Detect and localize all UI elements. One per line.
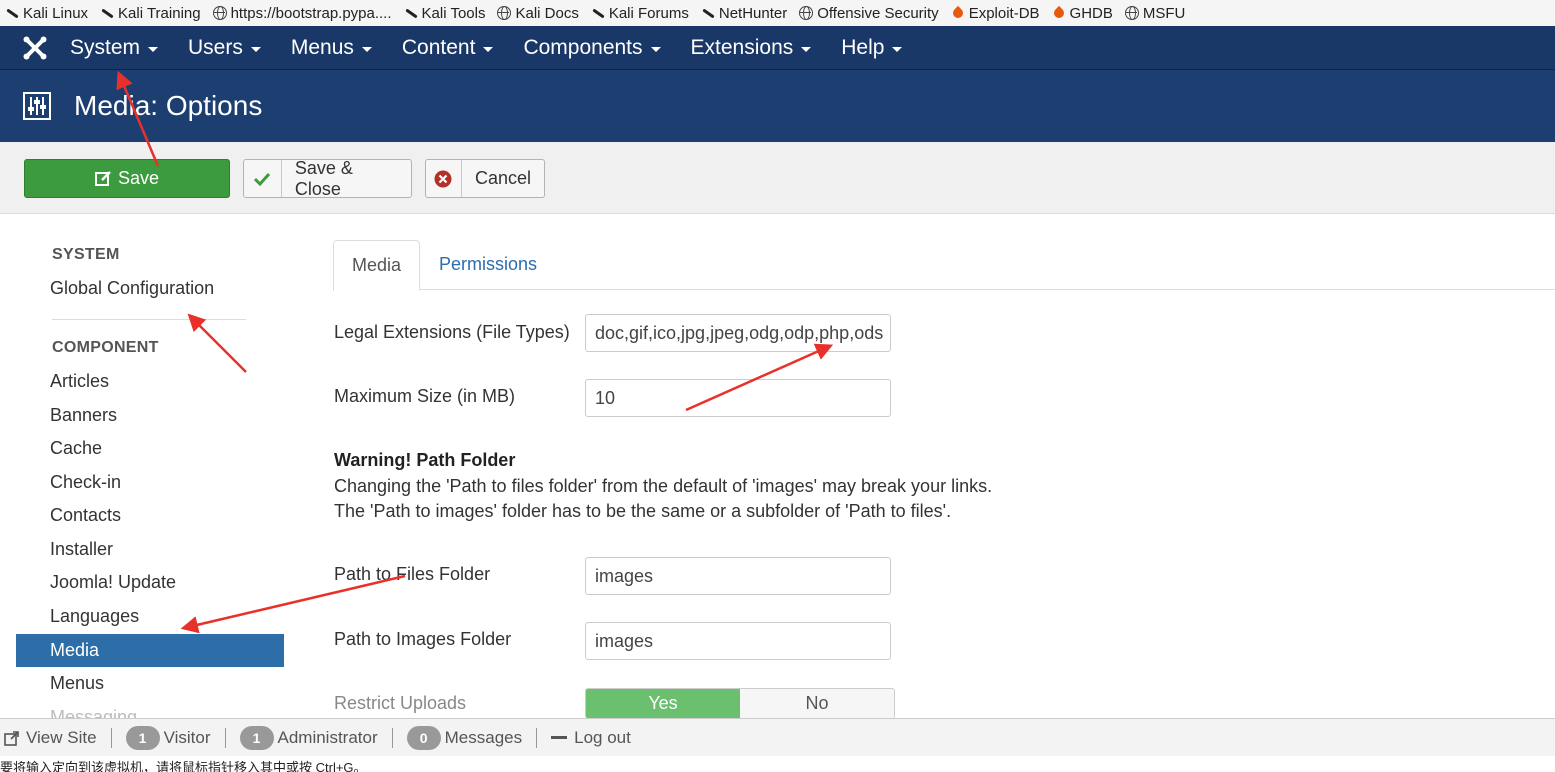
restrict-uploads-label: Restrict Uploads [334, 693, 467, 713]
nav-menus[interactable]: Menus [291, 36, 372, 60]
tab-permissions[interactable]: Permissions [421, 240, 555, 290]
globe-icon [212, 6, 227, 20]
maximum-size-label: Maximum Size (in MB) [334, 386, 516, 406]
kali-dragon-icon [100, 6, 114, 20]
administrator-count-badge: 1 [239, 725, 274, 750]
bookmark-kali-training[interactable]: Kali Training [100, 5, 201, 22]
caret-down-icon [361, 46, 372, 52]
sidebar-item-media[interactable]: Media [16, 634, 284, 667]
kali-dragon-icon [404, 6, 418, 20]
cancel-button[interactable]: Cancel [425, 159, 545, 198]
bookmark-kali-forums[interactable]: Kali Forums [591, 5, 689, 22]
globe-icon [799, 6, 814, 20]
sidebar-item-menus[interactable]: Menus [16, 667, 284, 700]
bookmark-kali-tools[interactable]: Kali Tools [404, 5, 486, 22]
save-close-button[interactable]: Save & Close [243, 158, 412, 199]
sidebar-item-joomla-update[interactable]: Joomla! Update [16, 566, 284, 599]
checkmark-icon [244, 160, 282, 197]
edit-icon [94, 160, 112, 197]
flame-icon [1052, 6, 1066, 20]
external-link-icon [4, 730, 19, 746]
path-images-folder-input[interactable]: images [585, 622, 891, 660]
sidebar-item-messaging[interactable]: Messaging [16, 701, 284, 718]
path-files-folder-input[interactable]: images [585, 557, 891, 595]
caret-down-icon [250, 46, 261, 52]
path-images-folder-label: Path to Images Folder [334, 629, 512, 649]
bookmark-ghdb[interactable]: GHDB [1052, 5, 1113, 22]
sidebar-item-languages[interactable]: Languages [16, 600, 284, 633]
caret-down-icon [801, 46, 812, 52]
restrict-uploads-toggle[interactable]: Yes No [585, 688, 895, 719]
sidebar-item-installer[interactable]: Installer [16, 533, 284, 566]
legal-extensions-input[interactable]: doc,gif,ico,jpg,jpeg,odg,odp,php,ods [585, 314, 891, 352]
nav-users[interactable]: Users [188, 36, 261, 60]
sidebar-heading-component: COMPONENT [52, 339, 159, 356]
globe-icon [1124, 6, 1139, 20]
admin-navbar: System Users Menus Content Components Ex… [0, 26, 1555, 70]
view-site-link[interactable]: View Site [0, 727, 112, 748]
toolbar: Save Save & Close Cancel [0, 142, 1555, 214]
legal-extensions-label: Legal Extensions (File Types) [334, 322, 570, 342]
messages-link[interactable]: 0 Messages [393, 725, 538, 750]
bookmark-kali-linux[interactable]: Kali Linux [5, 5, 88, 22]
bookmark-bootstrap-pypa[interactable]: https://bootstrap.pypa.... [212, 5, 392, 22]
sidebar-item-global-configuration[interactable]: Global Configuration [16, 272, 284, 305]
save-button[interactable]: Save [24, 159, 230, 198]
sidebar-item-banners[interactable]: Banners [16, 399, 284, 432]
page-title: Media: Options [74, 90, 263, 121]
sidebar-heading-system: SYSTEM [52, 246, 120, 263]
globe-icon [497, 6, 512, 20]
vm-input-hint: 要将输入定向到该虚拟机，请将鼠标指针移入其中或按 Ctrl+G。 [0, 756, 1555, 772]
sidebar-item-cache[interactable]: Cache [16, 432, 284, 465]
warning-text-line-1: Changing the 'Path to files folder' from… [334, 476, 993, 496]
bookmark-exploit-db[interactable]: Exploit-DB [951, 5, 1040, 22]
tab-media[interactable]: Media [333, 240, 421, 291]
warning-title: Warning! Path Folder [334, 450, 516, 470]
sidebar-divider [52, 319, 246, 320]
restrict-uploads-no[interactable]: No [740, 689, 894, 718]
bookmark-msfu[interactable]: MSFU [1124, 5, 1185, 22]
caret-down-icon [892, 46, 903, 52]
caret-down-icon [650, 46, 661, 52]
nav-extensions[interactable]: Extensions [691, 36, 812, 60]
messages-count-badge: 0 [406, 725, 441, 750]
flame-icon [951, 6, 965, 20]
bookmark-kali-docs[interactable]: Kali Docs [497, 5, 579, 22]
joomla-logo-icon[interactable] [0, 26, 70, 70]
bookmarks-bar: Kali Linux Kali Training https://bootstr… [0, 0, 1555, 26]
component-sidebar: SYSTEM Global Configuration COMPONENT Ar… [16, 214, 286, 718]
logout-link[interactable]: Log out [537, 728, 645, 748]
kali-dragon-icon [701, 6, 715, 20]
options-sliders-icon [23, 92, 51, 120]
nav-content[interactable]: Content [402, 36, 494, 60]
sidebar-item-check-in[interactable]: Check-in [16, 466, 284, 499]
caret-down-icon [148, 46, 159, 52]
minus-icon [551, 736, 568, 739]
warning-text-line-2: The 'Path to images' folder has to be th… [334, 501, 952, 521]
nav-components[interactable]: Components [523, 36, 661, 60]
bookmark-offensive-security[interactable]: Offensive Security [799, 5, 939, 22]
visitor-count: 1 Visitor [112, 725, 226, 750]
sidebar-item-articles[interactable]: Articles [16, 365, 284, 398]
maximum-size-input[interactable]: 10 [585, 379, 891, 417]
cancel-circle-icon [426, 160, 462, 197]
page-header: Media: Options [0, 70, 1555, 142]
bookmark-nethunter[interactable]: NetHunter [701, 5, 787, 22]
sidebar-item-contacts[interactable]: Contacts [16, 499, 284, 532]
nav-help[interactable]: Help [841, 36, 903, 60]
administrator-count: 1 Administrator [226, 725, 393, 750]
kali-dragon-icon [5, 6, 19, 20]
restrict-uploads-yes[interactable]: Yes [586, 689, 740, 718]
visitor-count-badge: 1 [125, 725, 160, 750]
caret-down-icon [483, 46, 494, 52]
options-tabs: Media Permissions [333, 240, 1555, 291]
path-files-folder-label: Path to Files Folder [334, 564, 491, 584]
kali-dragon-icon [591, 6, 605, 20]
admin-status-bar: View Site 1 Visitor 1 Administrator 0 Me… [0, 718, 1555, 756]
nav-system[interactable]: System [70, 36, 159, 60]
